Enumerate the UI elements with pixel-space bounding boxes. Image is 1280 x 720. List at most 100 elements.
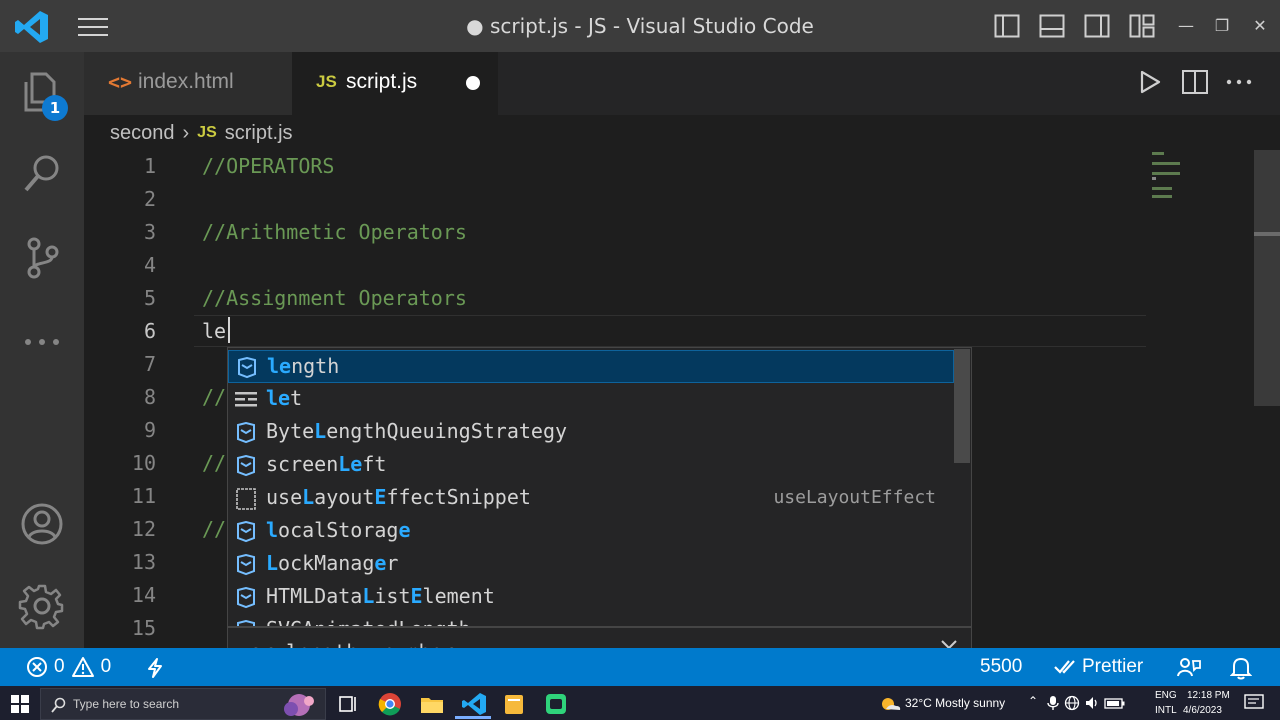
tab-index-html[interactable]: <> index.html: [84, 52, 292, 115]
line-number: 11: [131, 484, 156, 508]
variable-icon: [237, 521, 255, 543]
line-number: 1: [143, 154, 156, 178]
more-icon[interactable]: [18, 318, 66, 366]
run-icon[interactable]: [1136, 68, 1164, 96]
battery-icon[interactable]: [1104, 695, 1126, 711]
editor-scrollbar[interactable]: [1254, 150, 1280, 406]
breadcrumb-file[interactable]: script.js: [225, 122, 293, 145]
line-number: 9: [143, 418, 156, 442]
code-line[interactable]: //OPERATORS: [202, 154, 334, 178]
search-icon[interactable]: [18, 150, 66, 198]
settings-gear-icon[interactable]: [18, 582, 66, 630]
live-server-port[interactable]: 5500: [980, 656, 1022, 678]
line-number: 2: [143, 187, 156, 211]
suggestion-item[interactable]: SVGAnimatedLength: [228, 614, 954, 626]
unsaved-dot-icon[interactable]: [466, 76, 480, 90]
terminal-app-icon[interactable]: [542, 690, 570, 718]
code-line[interactable]: //: [202, 451, 226, 475]
account-icon[interactable]: [18, 500, 66, 548]
source-control-icon[interactable]: [18, 234, 66, 282]
weather-text[interactable]: 32°C Mostly sunny: [905, 696, 1005, 710]
breadcrumb: second › JS script.js: [110, 120, 293, 146]
network-globe-icon[interactable]: [1064, 695, 1080, 711]
suggestion-item[interactable]: HTMLDataListElement: [228, 581, 954, 614]
more-actions-icon[interactable]: [1225, 68, 1253, 96]
file-explorer-icon[interactable]: [418, 690, 446, 718]
code-line[interactable]: //: [202, 385, 226, 409]
suggestion-item[interactable]: screenLeft: [228, 449, 954, 482]
lightning-icon[interactable]: [146, 658, 164, 678]
warning-count: 0: [100, 656, 112, 677]
split-editor-icon[interactable]: [1181, 68, 1209, 96]
prettier-label: Prettier: [1082, 656, 1144, 677]
variable-icon: [238, 357, 256, 379]
suggestion-label: ByteLengthQueuingStrategy: [266, 419, 568, 443]
suggest-scrollbar[interactable]: [954, 349, 970, 463]
weather-sun-icon[interactable]: [878, 692, 902, 714]
toggle-secondary-sidebar-icon[interactable]: [1084, 14, 1110, 38]
search-highlight-icon: [284, 694, 314, 716]
js-file-icon: JS: [197, 124, 217, 141]
problems-indicator[interactable]: 0 0: [26, 656, 111, 678]
code-line[interactable]: le: [202, 319, 226, 343]
status-bar: 0 0 5500 Prettier: [0, 648, 1280, 686]
breadcrumb-folder[interactable]: second: [110, 122, 175, 145]
suggestion-item[interactable]: useLayoutEffectSnippet useLayoutEffect: [228, 482, 954, 515]
prettier-status[interactable]: Prettier: [1054, 656, 1143, 678]
suggestion-item[interactable]: localStorage: [228, 515, 954, 548]
code-line[interactable]: //Arithmetic Operators: [202, 220, 467, 244]
chrome-icon[interactable]: [376, 690, 404, 718]
clock-date[interactable]: 4/6/2023: [1183, 705, 1222, 716]
suggestion-label: screenLeft: [266, 452, 387, 476]
minimize-icon[interactable]: —: [1174, 14, 1198, 38]
suggestion-item[interactable]: let: [228, 383, 954, 416]
line-number: 6: [143, 319, 156, 343]
tab-label: script.js: [346, 70, 418, 93]
close-window-icon[interactable]: ✕: [1248, 14, 1272, 38]
variable-icon: [237, 422, 255, 444]
suggestion-label: LockManager: [266, 551, 399, 575]
minimap[interactable]: [1150, 150, 1182, 200]
notification-center-icon[interactable]: [1244, 694, 1264, 712]
suggestion-item[interactable]: ByteLengthQueuingStrategy: [228, 416, 954, 449]
scrollbar-cursor-marker: [1254, 232, 1280, 236]
suggestion-item[interactable]: LockManager: [228, 548, 954, 581]
line-number: 13: [131, 550, 156, 574]
toggle-primary-sidebar-icon[interactable]: [994, 14, 1020, 38]
variable-icon: [237, 587, 255, 609]
suggestion-detail: useLayoutEffect: [773, 487, 936, 508]
line-number: 3: [143, 220, 156, 244]
microphone-icon[interactable]: [1046, 695, 1060, 711]
taskbar-search-box[interactable]: Type here to search: [40, 688, 326, 720]
line-number: 5: [143, 286, 156, 310]
search-placeholder: Type here to search: [73, 697, 180, 711]
vscode-taskbar-icon[interactable]: [460, 690, 488, 718]
toggle-panel-icon[interactable]: [1039, 14, 1065, 38]
js-file-icon: JS: [316, 72, 337, 91]
clock-time[interactable]: 12:18 PM: [1187, 690, 1230, 701]
double-check-icon: [1054, 660, 1075, 674]
error-icon: [27, 657, 47, 677]
input-language-top[interactable]: ENG: [1155, 690, 1177, 701]
line-number: 7: [143, 352, 156, 376]
chevron-up-icon[interactable]: ⌃: [1028, 694, 1038, 708]
suggestion-item[interactable]: length: [228, 350, 954, 383]
code-line[interactable]: //Assignment Operators: [202, 286, 467, 310]
port-label: 5500: [980, 656, 1023, 677]
task-view-icon[interactable]: [334, 690, 362, 718]
feedback-icon[interactable]: [1176, 656, 1202, 680]
tab-script-js[interactable]: JS script.js: [292, 52, 498, 115]
text-cursor: [228, 317, 230, 343]
windows-start-icon[interactable]: [10, 694, 30, 714]
restore-icon[interactable]: ❐: [1210, 14, 1234, 38]
notifications-bell-icon[interactable]: [1230, 656, 1252, 680]
customize-layout-icon[interactable]: [1129, 14, 1155, 38]
code-line[interactable]: //: [202, 517, 226, 541]
line-number: 12: [131, 517, 156, 541]
line-number: 14: [131, 583, 156, 607]
files-app-icon[interactable]: [500, 690, 528, 718]
input-language-bottom[interactable]: INTL: [1155, 705, 1177, 716]
tab-label: index.html: [138, 70, 234, 93]
suggest-widget[interactable]: length let ByteLengthQueuingStrategy screen…: [227, 347, 972, 627]
volume-icon[interactable]: [1084, 695, 1100, 711]
